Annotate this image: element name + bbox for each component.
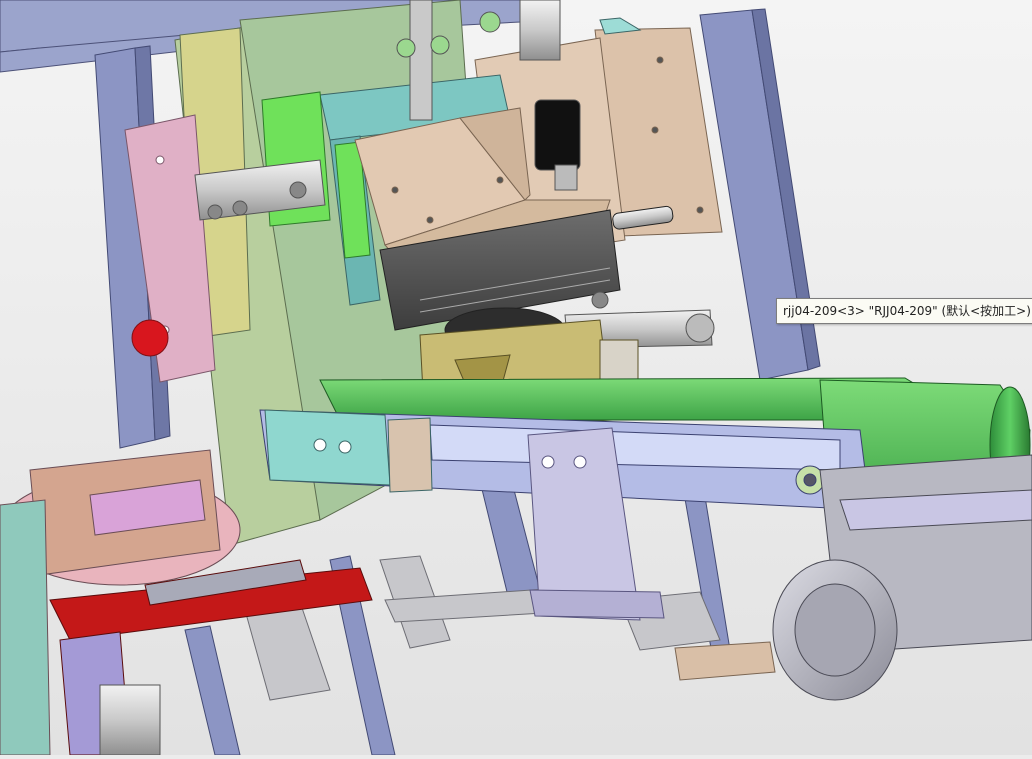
assembly-drawing <box>0 0 1032 756</box>
component-name-tooltip: rjj04-209<3> "RJJ04-209" (默认<按加工>) <box>776 298 1032 324</box>
red-knob <box>131 319 169 357</box>
bottom-left-cylinder <box>99 684 161 756</box>
cad-model-viewport[interactable] <box>0 0 1032 756</box>
conveyor-left-end-block <box>264 409 433 493</box>
